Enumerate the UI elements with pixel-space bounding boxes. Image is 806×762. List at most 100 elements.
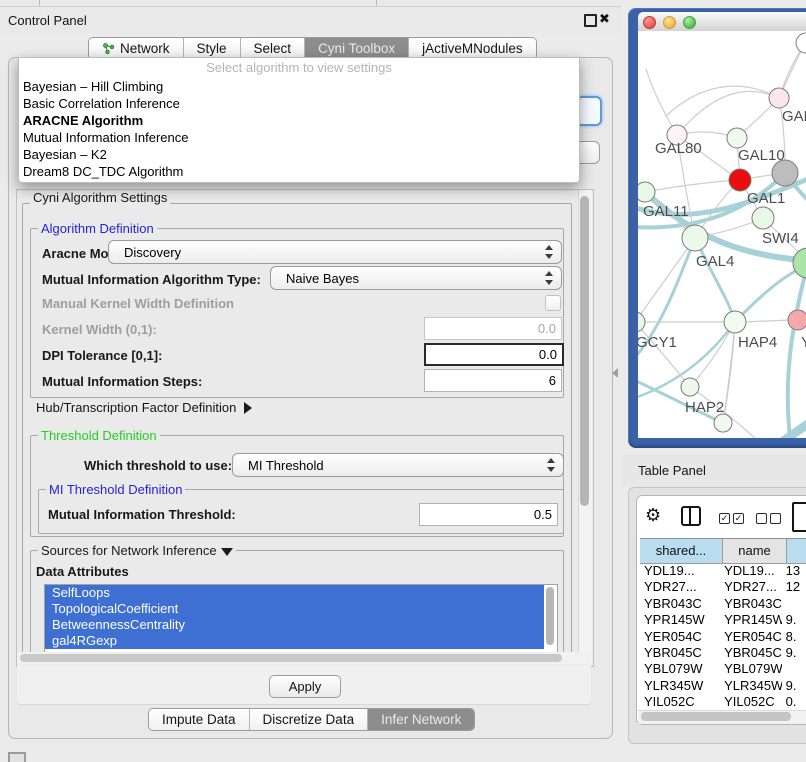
network-node-salmon[interactable] xyxy=(788,310,806,330)
network-edge[interactable] xyxy=(646,69,677,135)
sources-group-title[interactable]: Sources for Network Inference xyxy=(38,543,236,558)
network-label-gcy1: GCY1 xyxy=(638,334,677,351)
network-node-top-partial[interactable] xyxy=(796,33,806,53)
deselect-all-checkbox-icon2[interactable] xyxy=(770,513,781,524)
network-label-gal10: GAL10 xyxy=(738,147,785,164)
network-edge[interactable] xyxy=(695,238,735,322)
attribute-item-topologicalcoefficient[interactable]: TopologicalCoefficient xyxy=(45,601,544,617)
float-window-icon[interactable] xyxy=(584,14,597,27)
hub-definition-label: Hub/Transcription Factor Definition xyxy=(36,400,236,415)
data-attributes-list[interactable]: SelfLoopsTopologicalCoefficientBetweenne… xyxy=(44,584,558,653)
hub-definition-expander[interactable]: Hub/Transcription Factor Definition xyxy=(36,400,252,415)
bottom-tab-discretize-data[interactable]: Discretize Data xyxy=(250,709,369,730)
zoom-traffic-light-icon[interactable] xyxy=(683,16,696,29)
table-cell: YER054C xyxy=(640,629,720,645)
network-node-red[interactable] xyxy=(729,169,751,191)
kernel-width-label: Kernel Width (0,1): xyxy=(42,322,157,337)
dpi-tolerance-label: DPI Tolerance [0,1]: xyxy=(42,348,162,363)
minimized-panel-icon[interactable] xyxy=(8,752,26,762)
column-layout-icon[interactable] xyxy=(681,506,701,526)
table-row-ylr345w[interactable]: YLR345WYLR345W9. xyxy=(640,678,806,694)
column-header-shared[interactable]: shared... xyxy=(640,539,723,563)
table-row-ydr27[interactable]: YDR27...YDR27...12 xyxy=(640,579,806,595)
network-node-gal1[interactable] xyxy=(752,207,774,229)
table-cell xyxy=(782,661,806,677)
tab-jactivemnodules[interactable]: jActiveMNodules xyxy=(409,38,536,59)
tab-network[interactable]: Network xyxy=(89,38,184,59)
select-all-checkbox-icon2[interactable]: ✓ xyxy=(733,513,744,524)
column-header-col2[interactable] xyxy=(787,539,806,563)
document-icon[interactable] xyxy=(792,502,806,532)
top-tick-2 xyxy=(376,0,377,6)
network-edge[interactable] xyxy=(638,322,690,387)
mi-threshold-field[interactable]: 0.5 xyxy=(419,503,558,526)
network-label-gal: GAL xyxy=(782,108,806,125)
minimize-traffic-light-icon[interactable] xyxy=(663,16,676,29)
tab-select[interactable]: Select xyxy=(241,38,306,59)
network-node-bottom-partial[interactable] xyxy=(714,414,732,432)
attributes-list-scrollbar-thumb[interactable] xyxy=(546,587,554,645)
table-horizontal-scrollbar-thumb[interactable] xyxy=(641,712,791,721)
network-node-gal10[interactable] xyxy=(727,128,747,148)
network-edge[interactable] xyxy=(756,419,806,438)
mi-steps-field[interactable]: 6 xyxy=(424,369,562,392)
attribute-item-selfloops[interactable]: SelfLoops xyxy=(45,585,544,601)
control-panel-titlebar xyxy=(0,7,621,33)
settings-gear-icon[interactable]: ⚙ xyxy=(645,505,661,525)
bottom-tab-infer-network[interactable]: Infer Network xyxy=(368,709,474,730)
bottom-tab-impute-data[interactable]: Impute Data xyxy=(149,709,250,730)
network-node-gcy1[interactable] xyxy=(638,312,645,332)
mi-threshold-label: Mutual Information Threshold: xyxy=(48,507,236,522)
table-row-ybr045c[interactable]: YBR045CYBR045C9. xyxy=(640,645,806,661)
algorithm-option-dream8-dc-tdc-algorithm[interactable]: Dream8 DC_TDC Algorithm xyxy=(19,163,579,180)
table-cell xyxy=(782,596,806,612)
mi-type-combobox[interactable]: Naive Bayes xyxy=(270,266,562,290)
algorithm-option-bayesian-hill-climbing[interactable]: Bayesian – Hill Climbing xyxy=(19,78,579,95)
algorithm-option-bayesian-k2[interactable]: Bayesian – K2 xyxy=(19,146,579,163)
algorithm-option-aracne-algorithm[interactable]: ARACNE Algorithm xyxy=(19,112,579,129)
column-header-name[interactable]: name xyxy=(723,539,787,563)
table-row-ypr145w[interactable]: YPR145WYPR145W9. xyxy=(640,612,806,628)
select-all-checkbox-icon[interactable]: ✓ xyxy=(719,513,730,524)
table-cell: YDR27... xyxy=(720,579,782,595)
network-node-hap4[interactable] xyxy=(724,311,746,333)
dpi-tolerance-field[interactable]: 0.0 xyxy=(424,343,564,366)
algorithm-option-mutual-information-inference[interactable]: Mutual Information Inference xyxy=(19,129,579,146)
network-node-gal4[interactable] xyxy=(682,225,708,251)
kernel-width-field[interactable]: 0.0 xyxy=(424,317,562,340)
close-icon[interactable]: ✖ xyxy=(599,11,610,27)
network-canvas[interactable]: GALGAL80GAL10GAL1GAL11SWI4GAL4GCY1HAP4YH… xyxy=(638,31,806,438)
network-node-gal11[interactable] xyxy=(638,182,655,202)
attribute-item-gal4rgexp[interactable]: gal4RGexp xyxy=(45,633,544,649)
deselect-all-checkbox-icon[interactable] xyxy=(756,513,767,524)
network-node-hap2[interactable] xyxy=(681,378,699,396)
attribute-item-betweennesscentrality[interactable]: BetweennessCentrality xyxy=(45,617,544,633)
network-edge[interactable] xyxy=(723,322,735,423)
aracne-mode-combobox[interactable]: Discovery xyxy=(108,240,562,264)
network-edge[interactable] xyxy=(645,180,740,192)
tab-cyni-toolbox[interactable]: Cyni Toolbox xyxy=(305,38,409,59)
algorithm-option-basic-correlation-inference[interactable]: Basic Correlation Inference xyxy=(19,95,579,112)
settings-vertical-scrollbar-thumb[interactable] xyxy=(580,196,589,506)
splitter-collapse-arrow[interactable] xyxy=(612,368,618,378)
manual-kernel-checkbox[interactable] xyxy=(545,295,561,311)
settings-horizontal-scrollbar-thumb[interactable] xyxy=(20,654,562,662)
which-threshold-combobox[interactable]: MI Threshold xyxy=(232,453,564,477)
apply-button[interactable]: Apply xyxy=(269,675,341,698)
network-label-hap2: HAP2 xyxy=(685,399,724,416)
bottom-tab-discretize-data-label: Discretize Data xyxy=(263,712,355,727)
table-row-ydl19[interactable]: YDL19...YDL19...13 xyxy=(640,563,806,579)
tab-style-label: Style xyxy=(197,41,227,56)
close-traffic-light-icon[interactable] xyxy=(643,16,656,29)
table-cell: YBL079W xyxy=(640,661,720,677)
table-row-yer054c[interactable]: YER054CYER054C8. xyxy=(640,629,806,645)
table-row-ybr043c[interactable]: YBR043CYBR043C xyxy=(640,596,806,612)
table-row-yil052c[interactable]: YIL052CYIL052C0. xyxy=(640,694,806,709)
network-node-pink-top[interactable] xyxy=(769,88,789,108)
threshold-definition-title: Threshold Definition xyxy=(38,428,160,443)
network-edge[interactable] xyxy=(666,86,779,116)
network-edge[interactable] xyxy=(746,320,788,322)
tab-style[interactable]: Style xyxy=(184,38,241,59)
network-node-green-large[interactable] xyxy=(793,248,806,278)
table-row-ybl079w[interactable]: YBL079WYBL079W xyxy=(640,661,806,677)
